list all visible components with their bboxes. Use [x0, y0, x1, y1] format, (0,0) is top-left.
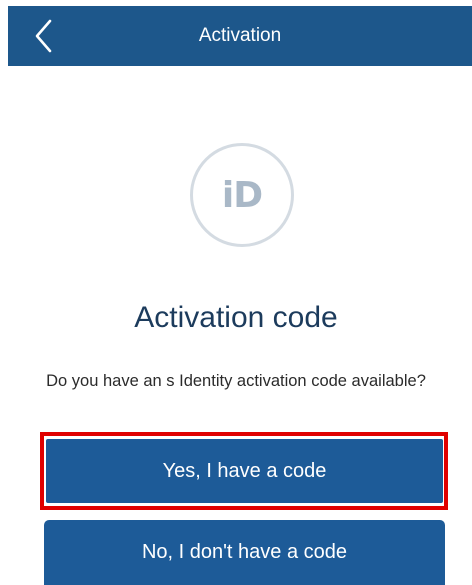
question-text: Do you have an s Identity activation cod… — [46, 372, 426, 390]
yes-have-code-button[interactable]: Yes, I have a code — [46, 439, 443, 503]
header-bar: Activation — [8, 6, 472, 66]
yes-button-label: Yes, I have a code — [162, 459, 327, 482]
page-title: Activation — [198, 25, 282, 46]
back-button[interactable] — [24, 12, 64, 60]
logo-text: iD — [221, 174, 263, 216]
no-code-button[interactable]: No, I don't have a code — [44, 520, 445, 585]
chevron-left-icon — [35, 19, 52, 53]
activation-screen: Activation iD Activation code Do you hav… — [0, 0, 472, 585]
no-button-label: No, I don't have a code — [141, 541, 348, 563]
section-heading: Activation code — [134, 301, 338, 334]
identity-logo: iD — [190, 143, 294, 247]
